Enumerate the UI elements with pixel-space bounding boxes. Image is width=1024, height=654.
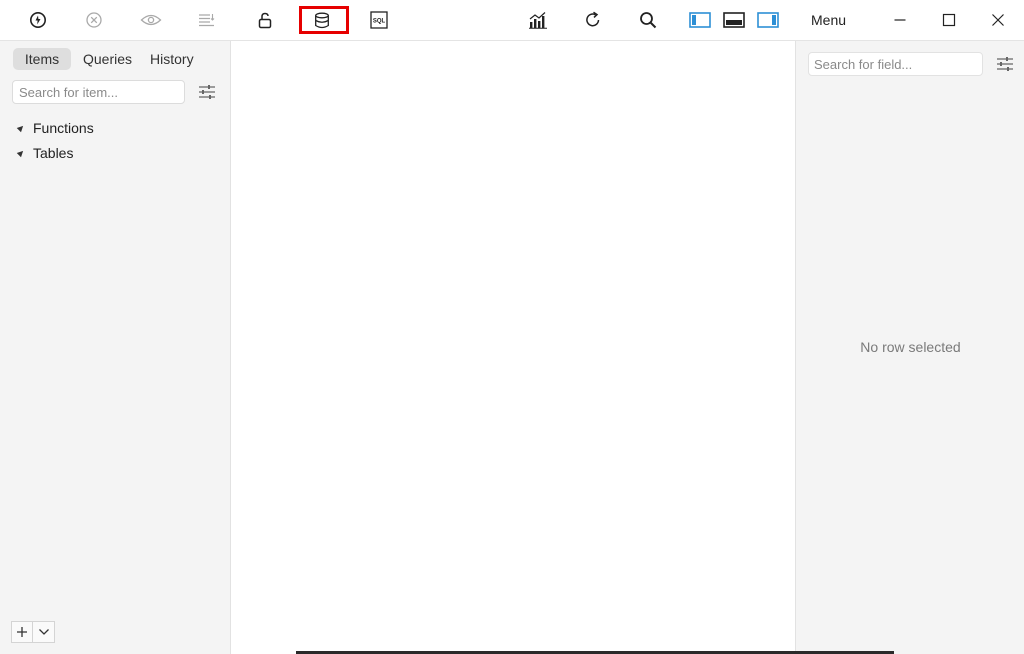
tree-item-tables[interactable]: Tables: [16, 140, 94, 165]
filter-settings-icon[interactable]: [198, 84, 216, 100]
minimize-icon: [894, 19, 906, 21]
item-tree: Functions Tables: [16, 115, 94, 165]
left-panel: Items Queries History Functions Tables: [0, 41, 231, 654]
close-window-button[interactable]: [978, 6, 1018, 34]
left-panel-actions: [11, 621, 55, 643]
tab-items[interactable]: Items: [13, 48, 71, 70]
lock-icon[interactable]: [250, 6, 280, 34]
toggle-left-panel-icon[interactable]: [685, 6, 715, 34]
tree-item-label: Tables: [33, 144, 74, 161]
connect-icon[interactable]: [23, 6, 53, 34]
toolbar: SQL Menu: [0, 0, 1024, 41]
item-search-input[interactable]: [12, 80, 185, 104]
chart-icon[interactable]: [523, 6, 553, 34]
menu-button[interactable]: Menu: [811, 12, 846, 28]
tab-history[interactable]: History: [142, 48, 202, 70]
tree-item-label: Functions: [33, 119, 94, 136]
add-dropdown-button[interactable]: [33, 621, 55, 643]
right-panel: No row selected: [795, 41, 1024, 654]
left-panel-tabs: Items Queries History: [13, 48, 202, 70]
close-connection-icon[interactable]: [79, 6, 109, 34]
minimize-button[interactable]: [880, 6, 920, 34]
expand-triangle-icon[interactable]: [16, 148, 26, 157]
add-button[interactable]: [11, 621, 33, 643]
empty-state-message: No row selected: [860, 339, 961, 355]
chevron-down-icon: [38, 629, 49, 635]
tree-item-functions[interactable]: Functions: [16, 115, 94, 140]
selection-highlight: [299, 6, 349, 34]
filter-settings-icon[interactable]: [996, 56, 1014, 72]
plus-icon: [17, 627, 27, 637]
sql-icon[interactable]: SQL: [364, 6, 394, 34]
search-icon[interactable]: [633, 6, 663, 34]
main-content-area: [231, 41, 795, 654]
field-search-input[interactable]: [808, 52, 983, 76]
toggle-right-panel-icon[interactable]: [753, 6, 783, 34]
svg-text:SQL: SQL: [373, 19, 386, 25]
view-icon[interactable]: [136, 6, 166, 34]
list-icon[interactable]: [192, 6, 222, 34]
toggle-bottom-panel-icon[interactable]: [719, 6, 749, 34]
expand-triangle-icon[interactable]: [16, 123, 26, 132]
close-icon: [992, 14, 1004, 26]
maximize-icon: [942, 13, 956, 27]
maximize-button[interactable]: [929, 6, 969, 34]
refresh-icon[interactable]: [578, 6, 608, 34]
tab-queries[interactable]: Queries: [75, 48, 140, 70]
